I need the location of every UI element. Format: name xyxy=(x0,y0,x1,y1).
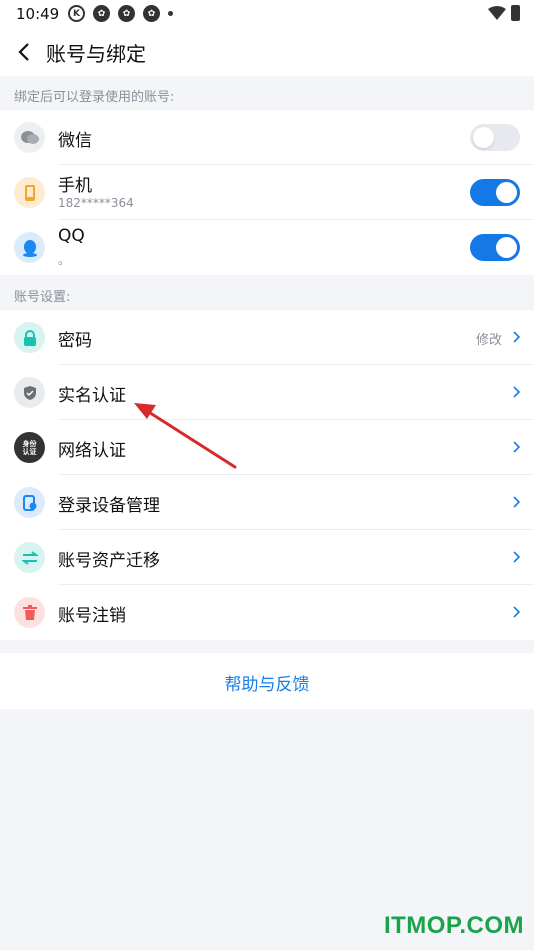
app-notification-icon: ✿ xyxy=(93,5,110,22)
binding-row-phone: 手机 182*****364 xyxy=(0,165,534,220)
chevron-right-icon xyxy=(513,331,521,343)
settings-label: 账号资产迁移 xyxy=(58,551,160,571)
settings-row-network-auth[interactable]: 身份认证 网络认证 xyxy=(0,420,534,475)
watermark: ITMOP.COM xyxy=(383,912,524,939)
status-time: 10:49 xyxy=(16,5,60,23)
settings-label: 账号注销 xyxy=(58,606,126,626)
app-header: 账号与绑定 xyxy=(0,28,534,76)
network-id-icon: 身份认证 xyxy=(14,432,45,463)
lock-icon xyxy=(14,322,45,353)
trash-icon xyxy=(14,597,45,628)
status-system-icons xyxy=(488,5,520,21)
phone-icon xyxy=(14,177,45,208)
qq-toggle[interactable] xyxy=(470,234,520,261)
settings-row-deactivate[interactable]: 账号注销 xyxy=(0,585,534,640)
binding-label: 微信 xyxy=(58,131,92,151)
binding-row-qq: QQ 。 xyxy=(0,220,534,275)
device-icon xyxy=(14,487,45,518)
settings-label: 网络认证 xyxy=(58,441,126,461)
status-bar: 10:49 K ✿ ✿ ✿ xyxy=(0,0,534,28)
qq-icon xyxy=(14,232,45,263)
phone-toggle[interactable] xyxy=(470,179,520,206)
chevron-right-icon xyxy=(513,386,521,398)
settings-label: 登录设备管理 xyxy=(58,496,160,516)
settings-row-password[interactable]: 密码 修改 xyxy=(0,310,534,365)
qq-account: 。 xyxy=(58,253,71,267)
chevron-left-icon xyxy=(18,43,29,61)
page-title: 账号与绑定 xyxy=(46,42,146,66)
settings-row-real-name[interactable]: 实名认证 xyxy=(0,365,534,420)
wechat-icon xyxy=(14,122,45,153)
chevron-right-icon xyxy=(513,606,521,618)
annotation-arrow-icon xyxy=(134,403,237,469)
wechat-toggle[interactable] xyxy=(470,124,520,151)
binding-list: 微信 手机 182*****364 QQ 。 xyxy=(0,110,534,275)
settings-label: 密码 xyxy=(58,331,92,351)
settings-row-device[interactable]: 登录设备管理 xyxy=(0,475,534,530)
settings-section-label: 账号设置: xyxy=(14,290,71,305)
more-notifications-icon xyxy=(168,11,173,16)
help-feedback-label: 帮助与反馈 xyxy=(224,675,310,695)
chevron-right-icon xyxy=(513,496,521,508)
wifi-icon xyxy=(488,6,506,20)
status-notification-icons: K ✿ ✿ ✿ xyxy=(68,5,173,22)
settings-list: 密码 修改 实名认证 身份认证 网络认证 登录设备管理 账号资产迁移 账号注销 xyxy=(0,310,534,640)
app-notification-icon: ✿ xyxy=(143,5,160,22)
chevron-right-icon xyxy=(513,441,521,453)
chevron-right-icon xyxy=(513,551,521,563)
settings-label: 实名认证 xyxy=(58,386,126,406)
network-id-badge-text: 身份认证 xyxy=(22,439,37,456)
settings-row-transfer[interactable]: 账号资产迁移 xyxy=(0,530,534,585)
binding-row-wechat: 微信 xyxy=(0,110,534,165)
app-notification-icon: ✿ xyxy=(118,5,135,22)
phone-number: 182*****364 xyxy=(58,196,134,210)
password-modify-text: 修改 xyxy=(475,333,502,348)
k-app-icon: K xyxy=(68,5,85,22)
help-feedback-button[interactable]: 帮助与反馈 xyxy=(0,653,534,709)
binding-label: 手机 xyxy=(58,176,92,196)
binding-section-label: 绑定后可以登录使用的账号: xyxy=(14,90,175,105)
transfer-icon xyxy=(14,542,45,573)
binding-label: QQ xyxy=(58,226,85,246)
shield-icon xyxy=(14,377,45,408)
battery-icon xyxy=(511,5,520,21)
back-button[interactable] xyxy=(8,36,40,68)
